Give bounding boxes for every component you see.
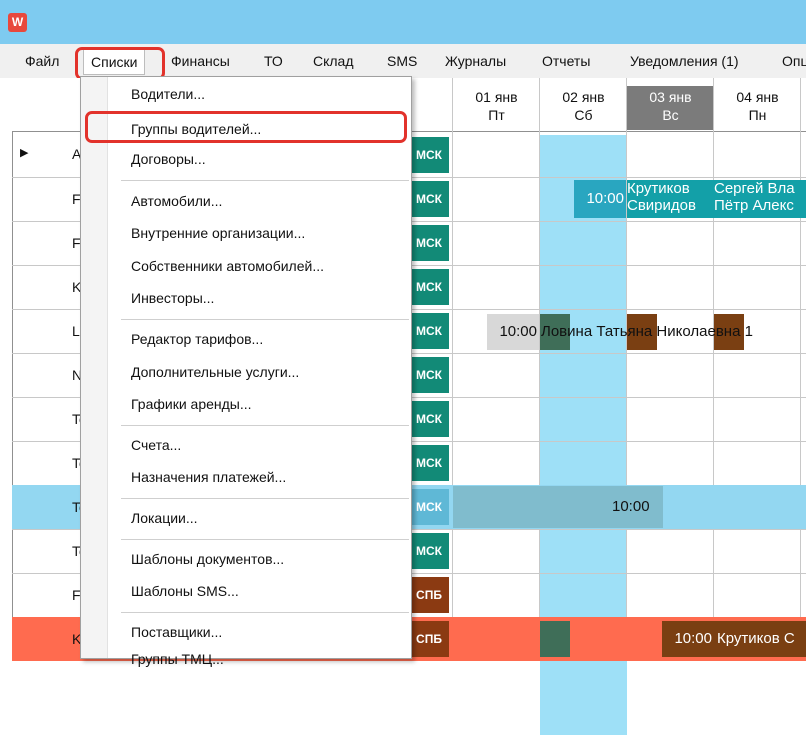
day-header-2[interactable]: 02 янв Сб: [540, 88, 627, 124]
menu-item-goods-groups[interactable]: Группы ТМЦ...: [131, 651, 224, 667]
menu-reports[interactable]: Отчеты: [542, 53, 590, 69]
menu-separator: [121, 180, 409, 181]
menu-separator: [121, 612, 409, 613]
menu-item-investors[interactable]: Инвесторы...: [131, 290, 214, 306]
menu-item-cars[interactable]: Автомобили...: [131, 193, 222, 209]
menu-separator: [121, 539, 409, 540]
city-badge: МСК: [409, 313, 449, 349]
day-header-4[interactable]: 04 янв Пн: [714, 88, 801, 124]
menu-item-contracts[interactable]: Договоры...: [131, 151, 206, 167]
city-badge: МСК: [409, 533, 449, 569]
city-badge: МСК: [409, 489, 449, 525]
booking-block[interactable]: Крутиков Свиридов: [627, 180, 714, 218]
menu-item-payment-purposes[interactable]: Назначения платежей...: [131, 469, 286, 485]
menu-options[interactable]: Опц: [782, 53, 806, 69]
booking-segment: [540, 621, 570, 657]
app-logo-icon: W: [8, 13, 27, 32]
menu-maintenance[interactable]: ТО: [264, 53, 283, 69]
city-badge: МСК: [409, 181, 449, 217]
menu-finance[interactable]: Финансы: [171, 53, 230, 69]
title-bar: W: [0, 0, 806, 44]
menu-item-invoices[interactable]: Счета...: [131, 437, 181, 453]
menu-item-suppliers[interactable]: Поставщики...: [131, 624, 222, 640]
city-badge: МСК: [409, 445, 449, 481]
booking-name[interactable]: Ловина Татьяна Николаевна 1: [541, 314, 806, 350]
menu-item-sms-templates[interactable]: Шаблоны SMS...: [131, 583, 239, 599]
booking-start[interactable]: 10:00: [662, 621, 714, 657]
menu-item-rent-schedules[interactable]: Графики аренды...: [131, 396, 252, 412]
menu-gutter: [81, 77, 108, 658]
city-badge: МСК: [409, 357, 449, 393]
booking-start[interactable]: 10:00: [487, 314, 539, 350]
booking-start[interactable]: 10:00: [574, 180, 626, 218]
city-badge: МСК: [409, 401, 449, 437]
lists-dropdown-menu: Водители... Группы водителей... Договоры…: [80, 76, 412, 667]
day-header-1[interactable]: 01 янв Пт: [453, 88, 540, 124]
menu-notifications[interactable]: Уведомления (1): [630, 53, 739, 69]
menu-lists[interactable]: Списки: [83, 49, 146, 75]
menu-file[interactable]: Файл: [25, 53, 59, 69]
menu-separator: [121, 319, 409, 320]
city-badge: МСК: [409, 225, 449, 261]
menu-journals[interactable]: Журналы: [445, 53, 506, 69]
menu-item-driver-groups[interactable]: Группы водителей...: [131, 121, 261, 137]
menu-warehouse[interactable]: Склад: [313, 53, 354, 69]
menu-separator: [121, 425, 409, 426]
menu-item-extra-services[interactable]: Дополнительные услуги...: [131, 364, 299, 380]
menu-item-document-templates[interactable]: Шаблоны документов...: [131, 551, 284, 567]
menu-item-locations[interactable]: Локации...: [131, 510, 198, 526]
current-row-pointer-icon: ▶: [20, 147, 29, 159]
menu-sms[interactable]: SMS: [387, 53, 417, 69]
booking-block[interactable]: Сергей Вла Пётр Алекс: [714, 180, 806, 218]
menu-item-internal-orgs[interactable]: Внутренние организации...: [131, 225, 305, 241]
booking-name[interactable]: Крутиков С: [714, 621, 806, 657]
menu-item-car-owners[interactable]: Собственники автомобилей...: [131, 258, 324, 274]
menu-item-tariff-editor[interactable]: Редактор тарифов...: [131, 331, 263, 347]
city-badge: МСК: [409, 269, 449, 305]
menu-bar: Файл Списки Финансы ТО Склад SMS Журналы…: [0, 44, 806, 79]
city-badge: МСК: [409, 137, 449, 173]
booking-start: 10:00: [612, 498, 650, 515]
menu-item-drivers[interactable]: Водители...: [131, 86, 205, 102]
city-badge: СПБ: [409, 577, 449, 613]
day-header-3[interactable]: 03 янв Вс: [627, 86, 714, 130]
city-badge: СПБ: [409, 621, 449, 657]
menu-separator: [121, 498, 409, 499]
